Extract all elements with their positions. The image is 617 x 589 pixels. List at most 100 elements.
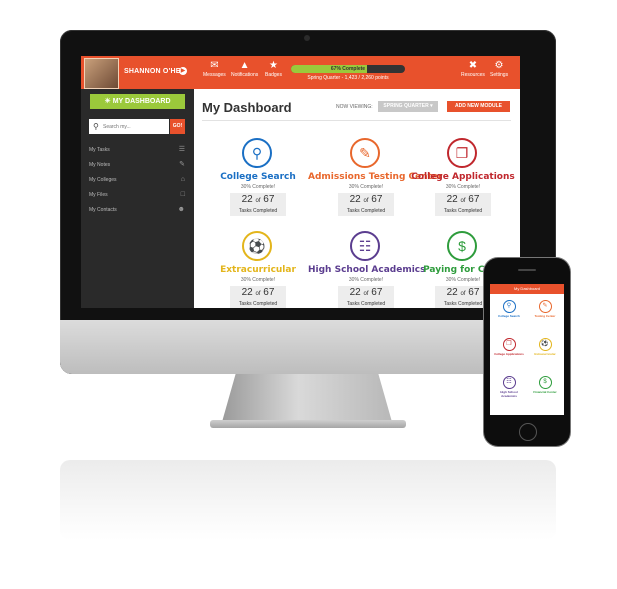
sidebar-item-label: My Colleges: [89, 177, 117, 183]
imac-stand: [222, 374, 392, 422]
phone-card-financial[interactable]: $ Financial Center: [530, 376, 560, 404]
module-percent: 30% Complete!: [240, 277, 276, 283]
avatar[interactable]: [84, 58, 119, 89]
college-icon: ⌂: [180, 176, 185, 183]
module-card-extracurricular[interactable]: ⚽ Extracurricular 30% Complete! 22 of 67…: [206, 231, 310, 308]
tasks-label: Tasks Completed: [346, 301, 386, 307]
module-task-count: 22 of 67 Tasks Completed: [338, 286, 394, 308]
phone-card-college-search[interactable]: ⚲ College Search: [494, 300, 524, 328]
sidebar-item-notes[interactable]: My Notes ✎: [89, 160, 185, 170]
book-icon: ☷: [350, 231, 380, 261]
search-input[interactable]: [103, 121, 165, 132]
go-button[interactable]: GO!: [170, 119, 185, 134]
sidebar-item-label: My Notes: [89, 162, 111, 168]
phone-card-label: College Search: [498, 314, 520, 318]
phone-card-extracurricular[interactable]: ⚽ Extracurricular: [530, 338, 560, 366]
tasks-of: of: [255, 291, 261, 297]
sidebar-item-colleges[interactable]: My Colleges ⌂: [89, 175, 185, 185]
imac-reflection: [60, 460, 556, 540]
activities-icon: ⚽: [538, 338, 552, 351]
nav-badges[interactable]: ★ Badges: [265, 60, 282, 78]
module-card-high-school-academics[interactable]: ☷ High School Academics 30% Complete! 22…: [308, 231, 425, 308]
page-title: My Dashboard: [202, 100, 292, 115]
nav-settings[interactable]: ⚙ Settings: [490, 60, 508, 78]
tasks-label: Tasks Completed: [443, 301, 483, 307]
nav-notifications[interactable]: ▲ Notifications: [231, 60, 258, 78]
tasks-icon: ☰: [178, 146, 185, 153]
module-percent: 30% Complete!: [445, 184, 481, 190]
nav-messages-label: Messages: [203, 72, 226, 78]
phone-header: My Dashboard: [490, 284, 564, 294]
tasks-done: 22: [241, 287, 253, 298]
phone-home-button[interactable]: [519, 423, 537, 441]
nav-messages[interactable]: ✉ Messages: [203, 60, 226, 78]
tasks-done: 22: [446, 194, 458, 205]
progress-label: 67% Complete: [330, 66, 366, 72]
module-task-count: 22 of 67 Tasks Completed: [435, 193, 491, 216]
tasks-label: Tasks Completed: [238, 301, 278, 307]
phone-card-label: High School Academics: [500, 390, 518, 398]
module-title: Extracurricular: [220, 265, 296, 275]
my-dashboard-button[interactable]: ☀ MY DASHBOARD: [90, 94, 185, 109]
my-dashboard-label: MY DASHBOARD: [112, 98, 171, 105]
add-module-button[interactable]: ADD NEW MODULE: [447, 101, 510, 112]
chevron-right-icon[interactable]: ▶: [179, 67, 187, 75]
module-card-college-search[interactable]: ⚲ College Search 30% Complete! 22 of 67 …: [206, 138, 310, 228]
nav-notifications-label: Notifications: [231, 72, 259, 78]
progress-bar: 67% Complete: [291, 65, 405, 73]
quarter-value: SPRING QUARTER: [383, 103, 429, 109]
nav-settings-label: Settings: [490, 72, 509, 78]
documents-icon: ❐: [447, 138, 477, 168]
tasks-of: of: [460, 198, 466, 204]
quarter-select[interactable]: SPRING QUARTER ▾: [378, 101, 438, 112]
module-percent: 30% Complete!: [348, 184, 384, 190]
tasks-label: Tasks Completed: [443, 208, 483, 214]
tasks-of: of: [363, 198, 369, 204]
phone-card-label: Testing Center: [534, 314, 556, 318]
sidebar-item-label: My Files: [89, 192, 108, 198]
nav-resources[interactable]: ✖ Resources: [461, 60, 485, 78]
search-icon: ⚲: [502, 300, 516, 313]
nav-badges-label: Badges: [265, 72, 282, 78]
tasks-done: 22: [349, 287, 361, 298]
sidebar-item-contacts[interactable]: My Contacts ☻: [89, 205, 185, 215]
phone-card-applications[interactable]: ❐ College Applications: [494, 338, 524, 366]
sidebar: ☀ MY DASHBOARD ⚲ GO! My Tasks ☰ My Notes…: [81, 89, 194, 308]
tasks-total: 67: [468, 194, 480, 205]
phone-card-label: Extracurricular: [534, 352, 556, 356]
phone-card-label: Financial Center: [533, 390, 557, 394]
sidebar-item-files[interactable]: My Files □: [89, 190, 185, 200]
module-task-count: 22 of 67 Tasks Completed: [230, 193, 286, 216]
pencil-icon: ✎: [538, 300, 552, 313]
module-percent: 30% Complete!: [240, 184, 276, 190]
module-title: College Search: [220, 172, 296, 182]
tasks-label: Tasks Completed: [346, 208, 386, 214]
gear-icon: ⚙: [494, 60, 504, 71]
user-name[interactable]: SHANNON O'HER: [124, 68, 186, 75]
progress-points: Spring Quarter - 1,423 / 2,260 points: [307, 75, 389, 81]
tasks-total: 67: [371, 194, 383, 205]
search-icon: ⚲: [93, 122, 99, 131]
divider: [202, 120, 511, 121]
phone-card-label: College Applications: [494, 352, 524, 356]
tasks-total: 67: [263, 194, 275, 205]
phone-card-testing[interactable]: ✎ Testing Center: [530, 300, 560, 328]
sun-icon: ☀: [104, 98, 111, 105]
imac-stand-base: [210, 420, 406, 428]
tools-icon: ✖: [468, 60, 478, 71]
sidebar-item-label: My Contacts: [89, 207, 117, 213]
phone-card-academics[interactable]: ☷ High School Academics: [494, 376, 524, 404]
book-icon: ☷: [502, 376, 516, 389]
camera-icon: [304, 35, 310, 41]
imac-chin: [60, 320, 556, 374]
pencil-icon: ✎: [350, 138, 380, 168]
tasks-of: of: [255, 198, 261, 204]
phone-screen: My Dashboard ⚲ College Search ✎ Testing …: [490, 284, 564, 415]
phone-device: My Dashboard ⚲ College Search ✎ Testing …: [484, 258, 570, 446]
sidebar-item-tasks[interactable]: My Tasks ☰: [89, 145, 185, 155]
module-card-college-applications[interactable]: ❐ College Applications 30% Complete! 22 …: [411, 138, 515, 228]
now-viewing-label: NOW VIEWING:: [336, 104, 373, 110]
tasks-of: of: [363, 291, 369, 297]
module-card-admissions-testing[interactable]: ✎ Admissions Testing Center 30% Complete…: [308, 138, 443, 228]
top-bar: SHANNON O'HER ▶ ✉ Messages ▲ Notificatio…: [81, 56, 520, 89]
